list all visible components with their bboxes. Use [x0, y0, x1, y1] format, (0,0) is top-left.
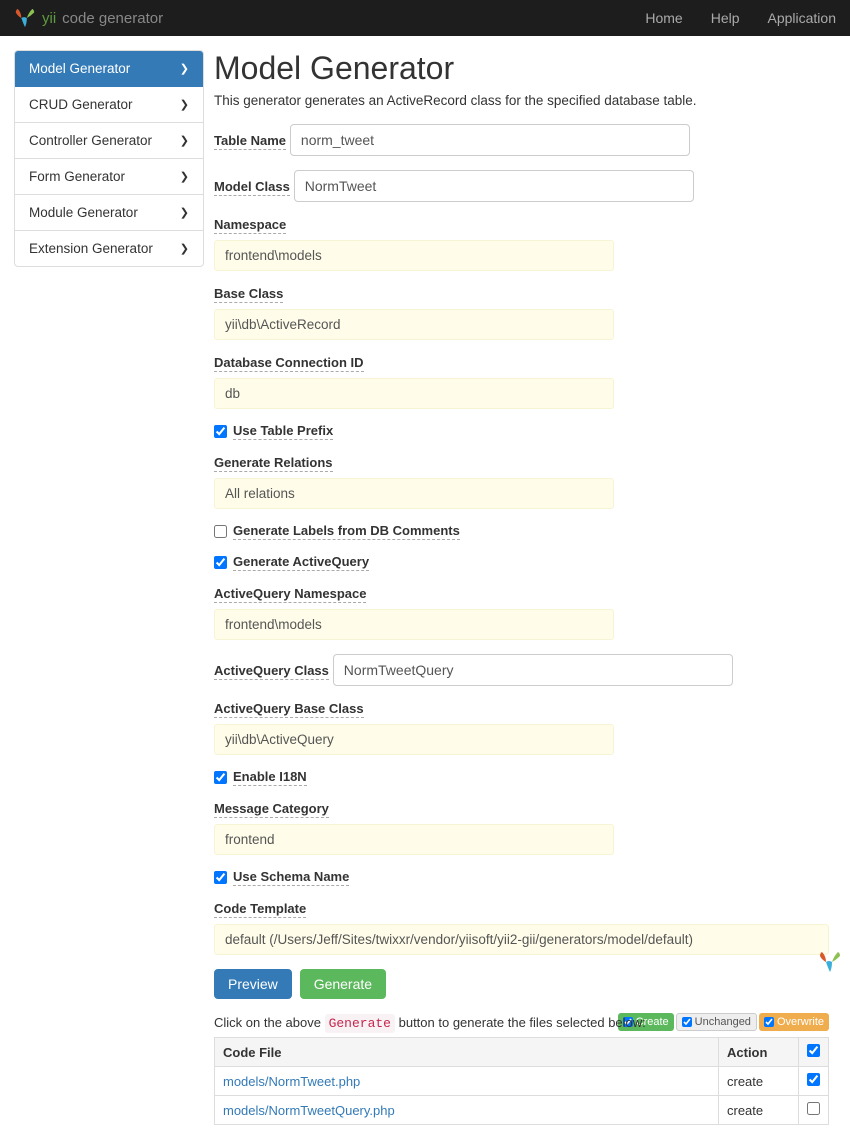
brand[interactable]: yii code generator	[14, 7, 163, 29]
static-template[interactable]: default (/Users/Jeff/Sites/twixxr/vendor…	[214, 924, 829, 955]
label-namespace: Namespace	[214, 217, 286, 234]
badge-overwrite: Overwrite	[759, 1013, 829, 1031]
sidebar-item-1[interactable]: CRUD Generator ❯	[15, 87, 203, 123]
sidebar: Model Generator❯CRUD Generator❯Controlle…	[14, 50, 204, 1125]
input-table-name[interactable]	[290, 124, 690, 156]
label-table-prefix: Use Table Prefix	[233, 423, 333, 440]
sidebar-item-0[interactable]: Model Generator ❯	[15, 51, 203, 87]
static-msg-cat[interactable]: frontend	[214, 824, 614, 855]
sidebar-item-label: Extension Generator	[29, 241, 153, 256]
sidebar-item-3[interactable]: Form Generator ❯	[15, 159, 203, 195]
check-all[interactable]	[807, 1044, 820, 1057]
chevron-right-icon: ❯	[180, 62, 189, 75]
file-checkbox[interactable]	[807, 1102, 820, 1115]
files-table: Code File Action models/NormTweet.php cre…	[214, 1037, 829, 1125]
chevron-right-icon: ❯	[180, 98, 189, 111]
sidebar-item-5[interactable]: Extension Generator ❯	[15, 231, 203, 266]
input-model-class[interactable]	[294, 170, 694, 202]
sidebar-item-label: Form Generator	[29, 169, 125, 184]
label-template: Code Template	[214, 901, 306, 918]
sidebar-item-label: Module Generator	[29, 205, 138, 220]
checkbox-gen-labels[interactable]	[214, 525, 227, 538]
yii-logo-icon	[14, 7, 36, 29]
static-db-conn[interactable]: db	[214, 378, 614, 409]
label-gen-labels: Generate Labels from DB Comments	[233, 523, 460, 540]
static-aq-base[interactable]: yii\db\ActiveQuery	[214, 724, 614, 755]
table-row: models/NormTweetQuery.php create	[215, 1096, 829, 1125]
main-content: Model Generator This generator generates…	[214, 50, 829, 1125]
file-link[interactable]: models/NormTweetQuery.php	[223, 1103, 395, 1118]
th-action: Action	[719, 1038, 799, 1067]
checkbox-i18n[interactable]	[214, 771, 227, 784]
page-title: Model Generator	[214, 50, 829, 87]
th-file: Code File	[215, 1038, 719, 1067]
sidebar-item-2[interactable]: Controller Generator ❯	[15, 123, 203, 159]
nav-links: Home Help Application	[645, 10, 836, 26]
nav-app[interactable]: Application	[768, 10, 837, 26]
th-check	[799, 1038, 829, 1067]
chevron-right-icon: ❯	[180, 170, 189, 183]
navbar: yii code generator Home Help Application	[0, 0, 850, 36]
sidebar-item-label: Model Generator	[29, 61, 130, 76]
chevron-right-icon: ❯	[180, 242, 189, 255]
label-gen-relations: Generate Relations	[214, 455, 333, 472]
yii-footer-icon	[814, 950, 846, 974]
file-checkbox[interactable]	[807, 1073, 820, 1086]
label-base-class: Base Class	[214, 286, 283, 303]
chevron-right-icon: ❯	[180, 206, 189, 219]
static-gen-relations[interactable]: All relations	[214, 478, 614, 509]
label-i18n: Enable I18N	[233, 769, 307, 786]
file-action: create	[719, 1067, 799, 1096]
label-aq-class: ActiveQuery Class	[214, 663, 329, 680]
label-aq-base: ActiveQuery Base Class	[214, 701, 364, 718]
label-aq-ns: ActiveQuery Namespace	[214, 586, 366, 603]
checkbox-gen-aq[interactable]	[214, 556, 227, 569]
generate-button[interactable]: Generate	[300, 969, 386, 999]
static-aq-ns[interactable]: frontend\models	[214, 609, 614, 640]
label-db-conn: Database Connection ID	[214, 355, 364, 372]
nav-home[interactable]: Home	[645, 10, 682, 26]
sidebar-item-label: Controller Generator	[29, 133, 152, 148]
label-table-name: Table Name	[214, 133, 286, 150]
label-model-class: Model Class	[214, 179, 290, 196]
checkbox-table-prefix[interactable]	[214, 425, 227, 438]
page-lead: This generator generates an ActiveRecord…	[214, 93, 829, 108]
brand-name: yii	[42, 10, 56, 27]
sidebar-item-4[interactable]: Module Generator ❯	[15, 195, 203, 231]
preview-button[interactable]: Preview	[214, 969, 292, 999]
static-namespace[interactable]: frontend\models	[214, 240, 614, 271]
label-msg-cat: Message Category	[214, 801, 329, 818]
static-base-class[interactable]: yii\db\ActiveRecord	[214, 309, 614, 340]
brand-sub: code generator	[62, 10, 163, 27]
chevron-right-icon: ❯	[180, 134, 189, 147]
nav-help[interactable]: Help	[711, 10, 740, 26]
table-row: models/NormTweet.php create	[215, 1067, 829, 1096]
label-schema: Use Schema Name	[233, 869, 349, 886]
sidebar-item-label: CRUD Generator	[29, 97, 133, 112]
badge-unchanged: Unchanged	[676, 1013, 757, 1031]
file-action: create	[719, 1096, 799, 1125]
checkbox-schema[interactable]	[214, 871, 227, 884]
legend: Create Unchanged Overwrite	[618, 1013, 829, 1031]
input-aq-class[interactable]	[333, 654, 733, 686]
label-gen-aq: Generate ActiveQuery	[233, 554, 369, 571]
file-link[interactable]: models/NormTweet.php	[223, 1074, 360, 1089]
